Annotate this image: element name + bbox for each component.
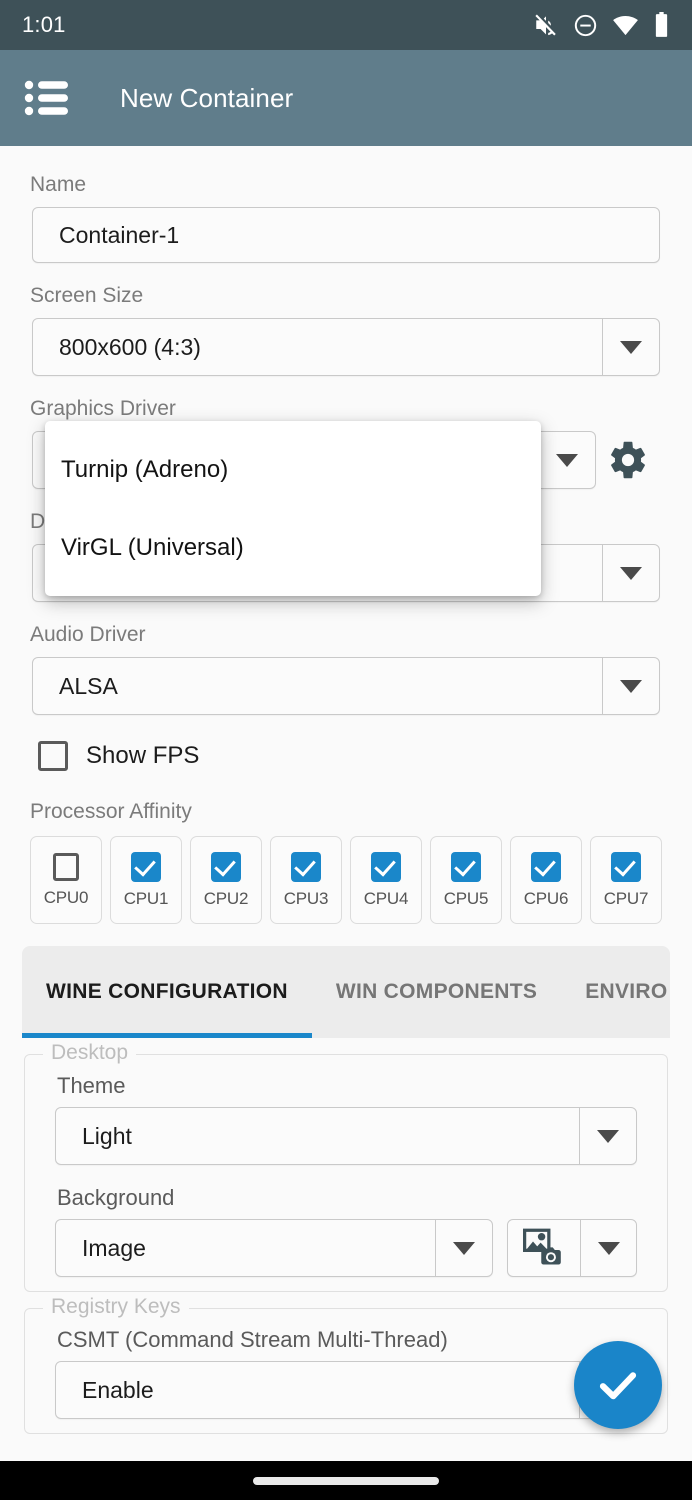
- cpu0-label: CPU0: [43, 887, 89, 907]
- system-navigation-bar: [0, 1461, 692, 1500]
- app-screen: 1:01 New Container Name Container-1 Scre…: [0, 0, 692, 1500]
- show-fps-label: Show FPS: [86, 742, 200, 769]
- name-input[interactable]: Container-1: [32, 207, 660, 263]
- tab-bar: WINE CONFIGURATION WIN COMPONENTS ENVIRO: [22, 946, 670, 1038]
- cpu2-label: CPU2: [203, 888, 249, 908]
- cpu1-label: CPU1: [123, 888, 169, 908]
- cpu5-checkbox[interactable]: [451, 851, 481, 882]
- cpu-chip-5[interactable]: CPU5: [430, 836, 502, 924]
- do-not-disturb-icon: [573, 13, 598, 38]
- csmt-label: CSMT (Command Stream Multi-Thread): [57, 1327, 448, 1352]
- status-bar: 1:01: [0, 0, 692, 50]
- cpu3-label: CPU3: [283, 888, 329, 908]
- desktop-group-legend: Desktop: [43, 1041, 137, 1065]
- tab-win-components[interactable]: WIN COMPONENTS: [312, 946, 561, 1038]
- background-image-picker[interactable]: [507, 1219, 637, 1277]
- processor-affinity-label: Processor Affinity: [30, 800, 192, 823]
- dropdown-option-turnip[interactable]: Turnip (Adreno): [45, 431, 541, 509]
- chevron-down-icon[interactable]: [602, 319, 659, 375]
- registry-keys-group: Registry Keys CSMT (Command Stream Multi…: [24, 1295, 668, 1434]
- name-label: Name: [30, 173, 87, 196]
- background-value: Image: [82, 1234, 146, 1261]
- add-photo-icon[interactable]: [508, 1220, 580, 1276]
- audio-driver-spinner[interactable]: ALSA: [32, 657, 660, 715]
- screen-size-value: 800x600 (4:3): [59, 333, 201, 360]
- app-bar: New Container: [0, 50, 692, 146]
- chevron-down-icon[interactable]: [579, 1108, 636, 1164]
- page-title: New Container: [120, 82, 294, 113]
- gesture-pill[interactable]: [253, 1476, 439, 1485]
- cpu-chip-1[interactable]: CPU1: [110, 836, 182, 924]
- chevron-down-icon[interactable]: [602, 545, 659, 601]
- chevron-down-icon[interactable]: [435, 1220, 492, 1276]
- battery-icon: [653, 12, 670, 38]
- csmt-spinner[interactable]: Enable: [55, 1361, 637, 1419]
- tab-wine-configuration[interactable]: WINE CONFIGURATION: [22, 946, 312, 1038]
- check-icon: [594, 1361, 642, 1409]
- status-icon-tray: [533, 12, 670, 39]
- cpu6-label: CPU6: [523, 888, 569, 908]
- graphics-driver-dropdown-popup[interactable]: Turnip (Adreno) VirGL (Universal): [45, 421, 541, 596]
- background-spinner[interactable]: Image: [55, 1219, 493, 1277]
- cpu4-label: CPU4: [363, 888, 409, 908]
- registry-keys-group-legend: Registry Keys: [43, 1295, 189, 1319]
- background-label: Background: [57, 1185, 175, 1210]
- cpu0-checkbox[interactable]: [53, 852, 79, 881]
- show-fps-checkbox-row[interactable]: Show FPS: [38, 741, 692, 771]
- cpu-chip-0[interactable]: CPU0: [30, 836, 102, 924]
- cpu-chip-6[interactable]: CPU6: [510, 836, 582, 924]
- cpu3-checkbox[interactable]: [291, 851, 321, 882]
- chevron-down-icon[interactable]: [580, 1220, 636, 1276]
- cpu-chip-2[interactable]: CPU2: [190, 836, 262, 924]
- cpu7-checkbox[interactable]: [611, 851, 641, 882]
- cpu5-label: CPU5: [443, 888, 489, 908]
- status-time: 1:01: [22, 12, 66, 37]
- processor-affinity-row: CPU0 CPU1 CPU2 CPU3 CPU4 CPU5 CPU6 CPU7: [30, 836, 662, 924]
- audio-driver-value: ALSA: [59, 672, 118, 699]
- csmt-value: Enable: [82, 1376, 154, 1403]
- cpu-chip-3[interactable]: CPU3: [270, 836, 342, 924]
- theme-spinner[interactable]: Light: [55, 1107, 637, 1165]
- volume-off-icon: [533, 12, 559, 38]
- chevron-down-icon[interactable]: [602, 658, 659, 714]
- cpu-chip-7[interactable]: CPU7: [590, 836, 662, 924]
- theme-label: Theme: [57, 1073, 126, 1098]
- chevron-down-icon[interactable]: [538, 432, 595, 488]
- wifi-icon: [612, 12, 639, 39]
- cpu-chip-4[interactable]: CPU4: [350, 836, 422, 924]
- theme-value: Light: [82, 1122, 132, 1149]
- show-fps-checkbox[interactable]: [38, 741, 68, 771]
- cpu6-checkbox[interactable]: [531, 851, 561, 882]
- save-fab-button[interactable]: [574, 1341, 662, 1429]
- audio-driver-label: Audio Driver: [30, 623, 146, 646]
- cpu4-checkbox[interactable]: [371, 851, 401, 882]
- background-row: Image: [55, 1219, 637, 1277]
- settings-form: Name Container-1 Screen Size 800x600 (4:…: [0, 146, 692, 1461]
- screen-size-label: Screen Size: [30, 284, 144, 307]
- graphics-driver-label: Graphics Driver: [30, 397, 176, 420]
- tab-environment[interactable]: ENVIRO: [561, 946, 670, 1038]
- cpu7-label: CPU7: [603, 888, 649, 908]
- graphics-driver-settings-button[interactable]: [596, 431, 660, 489]
- cpu2-checkbox[interactable]: [211, 851, 241, 882]
- list-menu-icon[interactable]: [24, 79, 68, 117]
- screen-size-spinner[interactable]: 800x600 (4:3): [32, 318, 660, 376]
- desktop-group: Desktop Theme Light Background Image: [24, 1041, 668, 1292]
- dropdown-option-virgl[interactable]: VirGL (Universal): [45, 509, 541, 587]
- cpu1-checkbox[interactable]: [131, 851, 161, 882]
